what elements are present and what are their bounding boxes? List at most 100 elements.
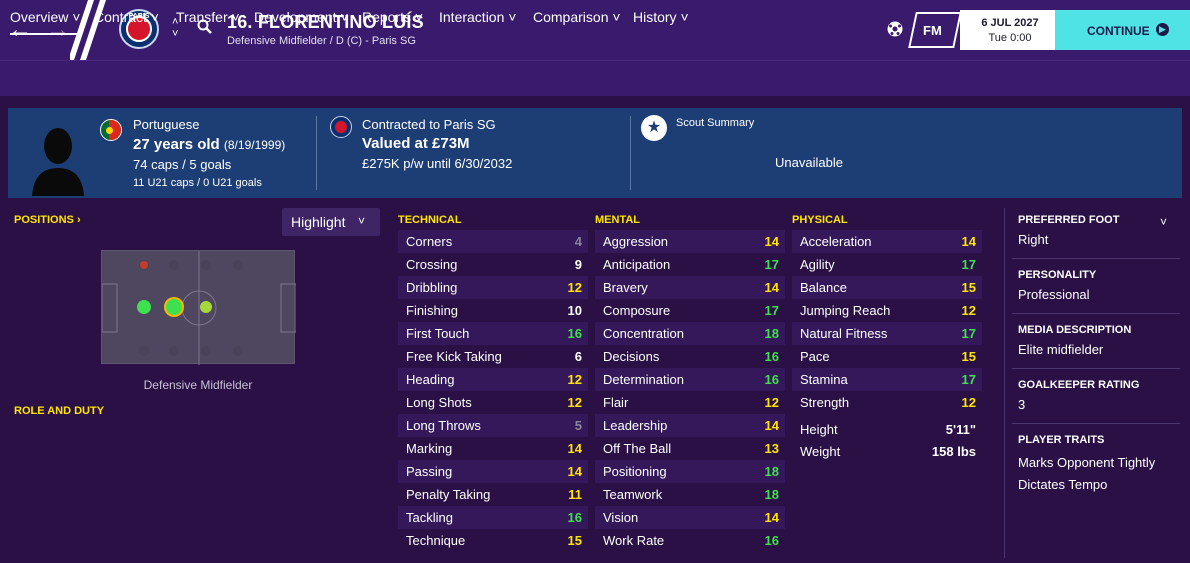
attribute-name: Finishing — [406, 303, 459, 318]
attribute-row[interactable]: Tackling 16 — [398, 506, 588, 529]
attribute-row[interactable]: Penalty Taking 11 — [398, 483, 588, 506]
attribute-name: Pace — [800, 349, 830, 364]
attribute-row[interactable]: Positioning 18 — [595, 460, 785, 483]
scout-status: Unavailable — [775, 155, 843, 170]
attribute-row[interactable]: Work Rate 16 — [595, 529, 785, 552]
personality-title: PERSONALITY — [1018, 269, 1097, 281]
attribute-name: Teamwork — [603, 487, 663, 502]
attribute-row[interactable]: Strength 12 — [792, 391, 982, 414]
height-row: Height 5'11" — [792, 418, 982, 440]
attribute-row[interactable]: Dribbling 12 — [398, 276, 588, 299]
attribute-row[interactable]: Corners 4 — [398, 230, 588, 253]
attribute-row[interactable]: Technique 15 — [398, 529, 588, 552]
star-icon: ★ — [641, 115, 667, 141]
player-silhouette-icon — [32, 128, 84, 196]
attribute-name: Tackling — [406, 510, 453, 525]
club-badge-small[interactable] — [330, 116, 352, 138]
attribute-row[interactable]: Determination 16 — [595, 368, 785, 391]
time-text: Tue 0:00 — [988, 32, 1032, 44]
attribute-name: Vision — [603, 510, 639, 525]
attribute-row[interactable]: Finishing 10 — [398, 299, 588, 322]
attribute-row[interactable]: Natural Fitness 17 — [792, 322, 982, 345]
attribute-name: Crossing — [406, 257, 458, 272]
attribute-row[interactable]: Agility 17 — [792, 253, 982, 276]
divider — [1012, 423, 1180, 424]
tab-transfer[interactable]: Transfer ˅ — [176, 9, 240, 25]
attribute-row[interactable]: Vision 14 — [595, 506, 785, 529]
attribute-row[interactable]: Long Throws 5 — [398, 414, 588, 437]
attribute-value: 17 — [961, 372, 976, 387]
attribute-row[interactable]: Long Shots 12 — [398, 391, 588, 414]
attribute-row[interactable]: Anticipation 17 — [595, 253, 785, 276]
attribute-value: 18 — [764, 464, 779, 479]
attribute-row[interactable]: Stamina 17 — [792, 368, 982, 391]
divider — [1012, 313, 1180, 314]
attribute-row[interactable]: Aggression 14 — [595, 230, 785, 253]
attribute-value: 10 — [567, 303, 582, 318]
attribute-name: Concentration — [603, 326, 684, 341]
attribute-name: Long Shots — [406, 395, 472, 410]
fm-label[interactable]: FM — [923, 23, 942, 38]
media-description-title: MEDIA DESCRIPTION — [1018, 324, 1132, 336]
attribute-row[interactable]: Free Kick Taking 6 — [398, 345, 588, 368]
attribute-value: 4 — [574, 234, 582, 249]
attribute-value: 9 — [574, 257, 582, 272]
attribute-row[interactable]: Composure 17 — [595, 299, 785, 322]
attribute-name: Leadership — [603, 418, 668, 433]
age: 27 years old (8/19/1999) — [133, 136, 286, 153]
attribute-value: 15 — [961, 349, 976, 364]
attribute-name: Work Rate — [603, 533, 665, 548]
attribute-row[interactable]: Passing 14 — [398, 460, 588, 483]
weight-label: Weight — [800, 444, 841, 459]
attribute-row[interactable]: Crossing 9 — [398, 253, 588, 276]
attribute-row[interactable]: Concentration 18 — [595, 322, 785, 345]
attribute-row[interactable]: Flair 12 — [595, 391, 785, 414]
chevron-down-icon[interactable]: ˅ — [1160, 215, 1167, 229]
attribute-row[interactable]: Acceleration 14 — [792, 230, 982, 253]
attribute-value: 18 — [764, 326, 779, 341]
tab-development[interactable]: Development ˅ — [254, 9, 349, 25]
preferred-foot: Right — [1018, 232, 1049, 247]
tab-comparison[interactable]: Comparison ˅ — [533, 9, 621, 25]
attribute-row[interactable]: Decisions 16 — [595, 345, 785, 368]
weight-row: Weight 158 lbs — [792, 440, 982, 462]
attribute-row[interactable]: Off The Ball 13 — [595, 437, 785, 460]
continue-button[interactable]: CONTINUE ▶ — [1055, 10, 1190, 50]
attribute-name: Long Throws — [406, 418, 481, 433]
tab-overview[interactable]: Overview ˅ — [10, 9, 81, 35]
technical-list: Corners 4 Crossing 9 Dribbling 12 Finishing 10 F… — [398, 230, 588, 552]
player-value: Valued at £73M — [362, 135, 470, 152]
attribute-name: Penalty Taking — [406, 487, 491, 502]
attribute-name: Stamina — [800, 372, 848, 387]
positions-link[interactable]: POSITIONS › — [14, 214, 81, 226]
attribute-row[interactable]: Heading 12 — [398, 368, 588, 391]
divider — [1012, 258, 1180, 259]
attribute-row[interactable]: Jumping Reach 12 — [792, 299, 982, 322]
date-display[interactable]: 6 JUL 2027 Tue 0:00 — [960, 10, 1060, 50]
attribute-value: 14 — [764, 280, 779, 295]
attribute-row[interactable]: First Touch 16 — [398, 322, 588, 345]
attribute-value: 17 — [961, 257, 976, 272]
attribute-name: Free Kick Taking — [406, 349, 502, 364]
attribute-row[interactable]: Leadership 14 — [595, 414, 785, 437]
tab-interaction[interactable]: Interaction ˅ — [439, 9, 516, 25]
attribute-value: 15 — [567, 533, 582, 548]
attribute-row[interactable]: Balance 15 — [792, 276, 982, 299]
u21-caps: 11 U21 caps / 0 U21 goals — [133, 177, 262, 189]
preferred-foot-title: PREFERRED FOOT — [1018, 214, 1120, 226]
mental-list: Aggression 14 Anticipation 17 Bravery 14 Compo… — [595, 230, 785, 552]
tab-contract[interactable]: Contract ˅ — [94, 9, 159, 25]
scout-summary-title: Scout Summary — [676, 117, 755, 129]
tab-reports[interactable]: Reports ˅ — [362, 9, 423, 25]
divider — [316, 116, 317, 190]
player-trait: Marks Opponent Tightly — [1018, 455, 1156, 470]
attribute-row[interactable]: Teamwork 18 — [595, 483, 785, 506]
attribute-row[interactable]: Pace 15 — [792, 345, 982, 368]
attribute-row[interactable]: Bravery 14 — [595, 276, 785, 299]
tab-history[interactable]: History ˅ — [633, 9, 689, 25]
highlight-dropdown[interactable]: Highlight ˅ — [282, 208, 380, 236]
attribute-row[interactable]: Marking 14 — [398, 437, 588, 460]
height-label: Height — [800, 422, 838, 437]
ball-icon[interactable] — [886, 20, 904, 38]
technical-title: TECHNICAL — [398, 214, 462, 226]
